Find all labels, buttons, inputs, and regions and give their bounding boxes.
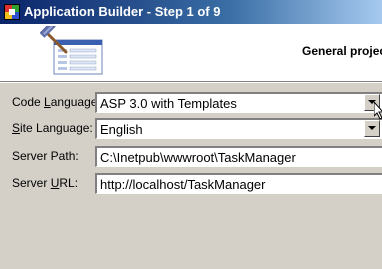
title-bar[interactable]: Application Builder - Step 1 of 9 <box>0 0 382 24</box>
chevron-down-icon <box>368 126 376 130</box>
wizard-header: General project <box>0 24 382 81</box>
server-path-value: C:\Inetpub\wwwroot\TaskManager <box>100 150 296 165</box>
step-title: General project <box>302 44 382 58</box>
header-divider-highlight <box>0 82 382 83</box>
window-title: Application Builder - Step 1 of 9 <box>24 4 221 19</box>
mouse-cursor-icon <box>374 102 382 120</box>
code-language-value: ASP 3.0 with Templates <box>100 96 237 111</box>
server-path-label: Server Path: <box>12 149 79 163</box>
server-url-label: Server URL: <box>12 176 79 190</box>
server-url-value: http://localhost/TaskManager <box>100 177 266 192</box>
site-language-dropdown-button[interactable] <box>364 120 380 137</box>
app-builder-icon[interactable] <box>4 4 20 20</box>
server-url-input[interactable]: http://localhost/TaskManager <box>95 173 382 194</box>
wizard-hammer-form-icon <box>40 26 103 75</box>
code-language-label: Code Language: <box>12 95 101 109</box>
site-language-value: English <box>100 122 143 137</box>
server-path-input[interactable]: C:\Inetpub\wwwroot\TaskManager <box>95 146 382 167</box>
site-language-select[interactable]: English <box>95 118 382 139</box>
site-language-label: Site Language: <box>12 121 93 135</box>
code-language-select[interactable]: ASP 3.0 with Templates <box>95 92 382 113</box>
